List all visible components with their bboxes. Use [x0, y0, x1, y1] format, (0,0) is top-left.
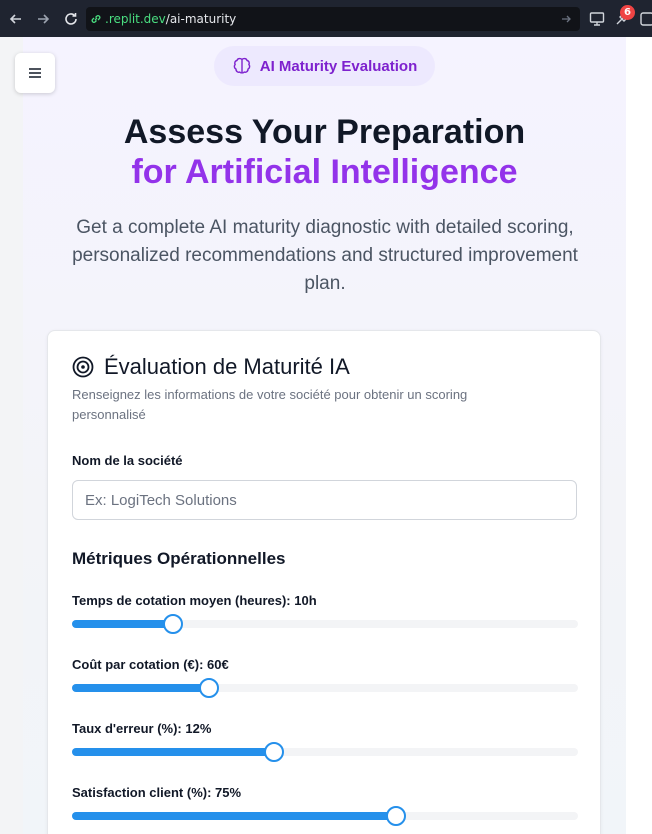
card-description: Renseignez les informations de votre soc…	[72, 387, 468, 422]
arrow-right-icon	[38, 14, 50, 24]
slider-label-error-rate: Taux d'erreur (%): 12%	[72, 721, 212, 736]
card-header: Évaluation de Maturité IA	[72, 354, 350, 380]
notification-badge: 6	[620, 5, 635, 20]
menu-button[interactable]	[15, 53, 55, 93]
hero-title-line1: Assess Your Preparation	[123, 113, 526, 151]
arrow-left-icon	[9, 14, 21, 24]
brain-icon	[233, 57, 251, 74]
slider-fill	[72, 812, 396, 820]
slider-error-rate[interactable]	[72, 742, 578, 762]
browser-toolbar: .replit.dev/ai-maturity 6	[0, 0, 652, 37]
company-name-label: Nom de la société	[72, 453, 183, 468]
reload-button[interactable]	[60, 8, 82, 30]
reload-icon	[65, 13, 77, 25]
address-bar[interactable]: .replit.dev/ai-maturity	[86, 7, 580, 31]
right-strip	[626, 37, 652, 834]
slider-fill	[72, 748, 275, 756]
pill-label: AI Maturity Evaluation	[259, 57, 418, 75]
slider-quote-time[interactable]	[72, 614, 578, 634]
slider-fill	[72, 684, 209, 692]
slider-thumb[interactable]	[385, 806, 406, 826]
slider-satisfaction[interactable]	[72, 806, 578, 826]
slider-label-quote-time: Temps de cotation moyen (heures): 10h	[72, 593, 317, 608]
evaluation-pill: AI Maturity Evaluation	[214, 46, 435, 86]
section-title: Métriques Opérationnelles	[72, 549, 286, 568]
hero-description: Get a complete AI maturity diagnostic wi…	[72, 217, 578, 294]
slider-thumb[interactable]	[198, 678, 219, 698]
back-button[interactable]	[5, 8, 27, 30]
forward-button[interactable]	[32, 8, 54, 30]
monitor-icon[interactable]	[589, 11, 605, 27]
slider-quote-cost[interactable]	[72, 678, 578, 698]
slider-fill	[72, 620, 174, 628]
external-icon[interactable]	[640, 11, 652, 27]
link-icon	[91, 15, 101, 23]
url-path: /ai-maturity	[165, 12, 237, 26]
company-name-input[interactable]	[72, 480, 577, 520]
menu-icon	[29, 68, 41, 78]
slider-label-quote-cost: Coût par cotation (€): 60€	[72, 657, 229, 672]
card-title: Évaluation de Maturité IA	[104, 354, 350, 379]
slider-label-satisfaction: Satisfaction client (%): 75%	[72, 785, 242, 800]
hero-title-line2: for Artificial Intelligence	[131, 153, 518, 191]
go-icon[interactable]	[560, 13, 572, 25]
url-domain: .replit.dev	[105, 12, 166, 26]
target-icon	[72, 356, 94, 378]
